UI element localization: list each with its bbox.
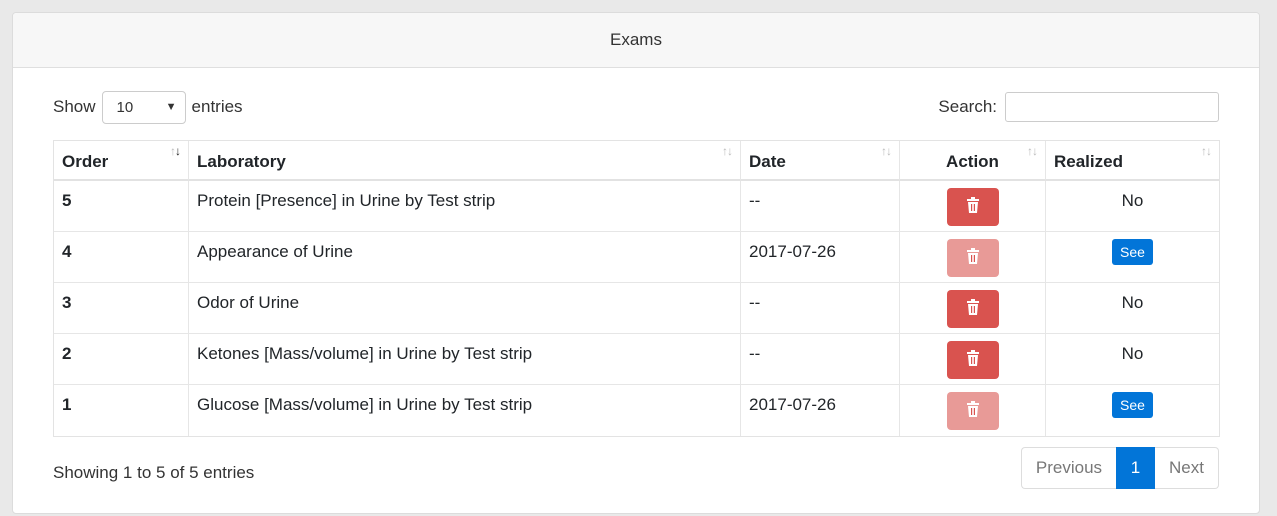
- column-label: Realized: [1054, 152, 1123, 171]
- realized-cell: See: [1046, 232, 1219, 283]
- delete-button[interactable]: [946, 188, 999, 226]
- date-cell: --: [741, 181, 900, 232]
- laboratory-cell: Protein [Presence] in Urine by Test stri…: [189, 181, 741, 232]
- chevron-down-icon: ▼: [165, 101, 177, 113]
- sort-icon: ↑↓: [1027, 144, 1038, 158]
- realized-cell: No: [1046, 181, 1219, 232]
- laboratory-cell: Ketones [Mass/volume] in Urine by Test s…: [189, 334, 741, 385]
- delete-button[interactable]: [946, 341, 999, 379]
- date-cell: 2017-07-26: [741, 232, 900, 283]
- realized-value: No: [1121, 293, 1144, 312]
- delete-button: [946, 392, 999, 430]
- order-cell: 5: [54, 181, 189, 232]
- entries-select[interactable]: 10 ▼: [101, 90, 186, 124]
- table-header-row: Order ↑↓ Laboratory ↑↓ Date ↑↓ Action ↑↓…: [54, 141, 1219, 181]
- show-label: Show: [53, 97, 96, 116]
- sort-icon: ↑↓: [722, 144, 733, 158]
- table-row: 5 Protein [Presence] in Urine by Test str…: [54, 181, 1219, 232]
- realized-cell: No: [1046, 283, 1219, 334]
- column-label: Action: [946, 152, 999, 171]
- table-controls: Show 10 ▼ entries Search:: [53, 90, 1219, 124]
- realized-value: No: [1121, 191, 1144, 210]
- panel-title: Exams: [610, 30, 662, 49]
- laboratory-cell: Glucose [Mass/volume] in Urine by Test s…: [189, 385, 741, 436]
- search-label: Search:: [938, 97, 997, 116]
- search-control: Search:: [938, 92, 1219, 122]
- exams-table: Order ↑↓ Laboratory ↑↓ Date ↑↓ Action ↑↓…: [53, 140, 1220, 437]
- column-header-order[interactable]: Order ↑↓: [54, 141, 189, 181]
- column-header-date[interactable]: Date ↑↓: [741, 141, 900, 181]
- panel-header: Exams: [13, 13, 1259, 68]
- sort-icon: ↑↓: [1201, 144, 1212, 158]
- order-cell: 1: [54, 385, 189, 436]
- action-cell: [900, 181, 1046, 232]
- laboratory-cell: Odor of Urine: [189, 283, 741, 334]
- table-info: Showing 1 to 5 of 5 entries: [53, 463, 255, 482]
- realized-cell: See: [1046, 385, 1219, 436]
- see-result-button[interactable]: See: [1112, 392, 1153, 418]
- date-cell: 2017-07-26: [741, 385, 900, 436]
- column-label: Laboratory: [197, 152, 286, 171]
- action-cell: [900, 385, 1046, 436]
- action-cell: [900, 232, 1046, 283]
- sort-icon: ↑↓: [881, 144, 892, 158]
- table-row: 4 Appearance of Urine 2017-07-26 See: [54, 232, 1219, 283]
- trash-icon: [966, 247, 980, 269]
- trash-icon: [966, 400, 980, 422]
- table-row: 2 Ketones [Mass/volume] in Urine by Test …: [54, 334, 1219, 385]
- trash-icon: [966, 196, 980, 218]
- delete-button: [946, 239, 999, 277]
- exams-panel: Exams Show 10 ▼ entries Search: Order ↑↓…: [12, 12, 1260, 514]
- trash-icon: [966, 298, 980, 320]
- table-row: 1 Glucose [Mass/volume] in Urine by Test …: [54, 385, 1219, 436]
- entries-select-value: 10: [116, 98, 134, 116]
- table-row: 3 Odor of Urine -- No: [54, 283, 1219, 334]
- date-cell: --: [741, 283, 900, 334]
- column-header-laboratory[interactable]: Laboratory ↑↓: [189, 141, 741, 181]
- previous-page-button[interactable]: Previous: [1020, 447, 1117, 489]
- laboratory-cell: Appearance of Urine: [189, 232, 741, 283]
- order-cell: 2: [54, 334, 189, 385]
- order-cell: 3: [54, 283, 189, 334]
- see-result-button[interactable]: See: [1112, 239, 1153, 265]
- next-page-button[interactable]: Next: [1155, 447, 1219, 489]
- sort-icon: ↑↓: [170, 144, 181, 158]
- trash-icon: [966, 349, 980, 371]
- delete-button[interactable]: [946, 290, 999, 328]
- page-1-button[interactable]: 1: [1116, 447, 1156, 489]
- column-label: Order: [62, 152, 109, 171]
- order-cell: 4: [54, 232, 189, 283]
- column-header-action[interactable]: Action ↑↓: [900, 141, 1046, 181]
- action-cell: [900, 334, 1046, 385]
- date-cell: --: [741, 334, 900, 385]
- pagination: Previous 1 Next: [1020, 447, 1219, 489]
- realized-value: No: [1121, 344, 1144, 363]
- search-input[interactable]: [1005, 92, 1219, 122]
- column-header-realized[interactable]: Realized ↑↓: [1046, 141, 1219, 181]
- realized-cell: No: [1046, 334, 1219, 385]
- action-cell: [900, 283, 1046, 334]
- entries-length-control: Show 10 ▼ entries: [53, 90, 243, 124]
- column-label: Date: [749, 152, 786, 171]
- entries-label: entries: [191, 97, 243, 116]
